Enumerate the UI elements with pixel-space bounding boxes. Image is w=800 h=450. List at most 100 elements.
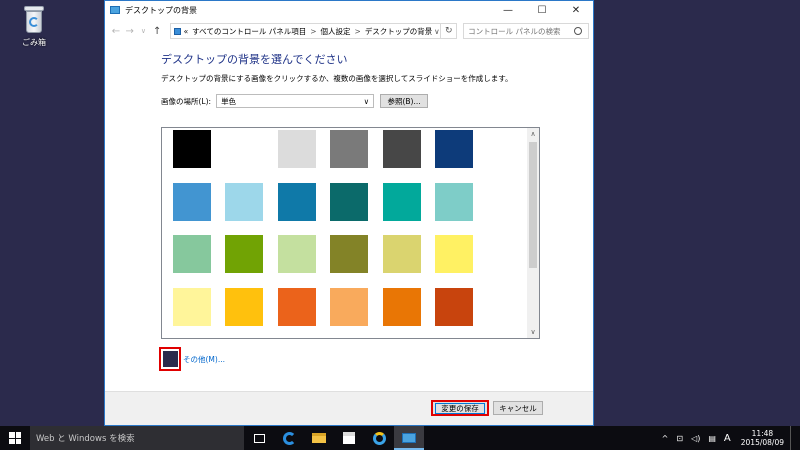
edge-button[interactable] — [274, 426, 304, 450]
windows-logo-icon — [9, 432, 21, 444]
color-swatch[interactable] — [330, 182, 369, 221]
color-swatch[interactable] — [435, 130, 473, 168]
content-area: デスクトップの背景を選んでください デスクトップの背景にする画像をクリックするか… — [161, 51, 581, 108]
color-swatch[interactable] — [435, 182, 473, 221]
taskbar-search-box[interactable]: Web と Windows を検索 — [30, 426, 244, 450]
color-swatch[interactable] — [277, 287, 316, 326]
notifications-icon[interactable]: ▤ — [708, 434, 716, 443]
address-row: ← → ∨ ↑ « すべてのコントロール パネル項目 > 個人設定 > デスクト… — [105, 19, 593, 43]
picture-location-value: 単色 — [221, 96, 237, 106]
color-swatch[interactable] — [277, 182, 316, 221]
edge-icon — [282, 431, 296, 445]
color-swatch[interactable] — [382, 235, 421, 273]
recycle-bin-desktop-icon[interactable]: ごみ箱 — [14, 6, 54, 48]
maximize-button[interactable]: ☐ — [525, 1, 559, 19]
color-swatch[interactable] — [330, 130, 369, 168]
refresh-icon[interactable]: ↻ — [441, 23, 458, 39]
breadcrumb-personalization[interactable]: 個人設定 — [321, 26, 351, 37]
search-icon[interactable] — [574, 27, 583, 35]
ime-indicator[interactable]: A — [724, 433, 731, 444]
back-arrow-icon[interactable]: ← — [109, 26, 123, 37]
chevron-down-icon: ∨ — [363, 96, 370, 106]
color-swatch[interactable] — [225, 182, 264, 221]
color-swatch[interactable] — [435, 287, 473, 326]
color-swatch[interactable] — [225, 235, 264, 273]
color-swatch[interactable] — [277, 235, 316, 273]
scroll-down-icon[interactable]: ∨ — [527, 326, 539, 338]
other-colors-link[interactable]: その他(M)... — [183, 354, 225, 365]
title-bar[interactable]: デスクトップの背景 — ☐ ✕ — [105, 1, 593, 19]
cancel-button[interactable]: キャンセル — [493, 401, 543, 415]
clock[interactable]: 11:48 2015/08/09 — [741, 429, 784, 447]
breadcrumb-separator: > — [354, 26, 361, 36]
taskbar-search-placeholder: Web と Windows を検索 — [36, 434, 135, 444]
control-panel-taskbar-button[interactable] — [394, 426, 424, 450]
color-swatch[interactable] — [382, 182, 421, 221]
taskbar: Web と Windows を検索 ^ ⊡ ◁) ▤ A 11:48 2015/… — [0, 426, 800, 450]
color-swatch[interactable] — [382, 287, 421, 326]
color-grid: ∧ ∨ — [161, 127, 540, 339]
other-color-row: その他(M)... — [159, 347, 225, 371]
clock-time: 11:48 — [751, 429, 774, 438]
current-color-swatch[interactable] — [159, 347, 181, 371]
forward-arrow-icon[interactable]: → — [123, 26, 137, 37]
color-swatch[interactable] — [277, 130, 316, 168]
tray-overflow-chevron-icon[interactable]: ^ — [662, 434, 669, 443]
store-bag-icon — [343, 432, 355, 444]
save-changes-label: 変更の保存 — [435, 402, 485, 414]
scrollbar-thumb[interactable] — [529, 142, 537, 268]
color-swatch[interactable] — [435, 235, 473, 273]
scroll-up-icon[interactable]: ∧ — [527, 128, 539, 140]
breadcrumb-all-items[interactable]: すべてのコントロール パネル項目 — [192, 26, 306, 37]
dialog-footer: 変更の保存 キャンセル — [105, 391, 593, 425]
recycle-bin-label: ごみ箱 — [22, 38, 46, 47]
color-swatch[interactable] — [173, 182, 211, 221]
save-changes-button[interactable]: 変更の保存 — [431, 400, 489, 416]
file-explorer-button[interactable] — [304, 426, 334, 450]
address-dropdown-icon[interactable]: ∨ — [432, 26, 440, 36]
color-swatch[interactable] — [225, 130, 264, 168]
vertical-scrollbar[interactable]: ∧ ∨ — [527, 128, 539, 338]
control-panel-small-icon — [174, 27, 181, 35]
control-panel-icon — [402, 433, 416, 443]
store-button[interactable] — [334, 426, 364, 450]
internet-explorer-icon — [372, 431, 386, 445]
color-swatch[interactable] — [330, 235, 369, 273]
color-swatch[interactable] — [382, 130, 421, 168]
control-panel-icon — [110, 6, 120, 14]
search-box[interactable] — [463, 23, 590, 39]
start-button[interactable] — [0, 426, 30, 450]
up-arrow-icon[interactable]: ↑ — [150, 26, 164, 37]
color-swatch[interactable] — [173, 130, 211, 168]
search-input[interactable] — [468, 26, 573, 36]
task-view-button[interactable] — [244, 426, 274, 450]
picture-location-select[interactable]: 単色 ∨ — [216, 94, 375, 108]
internet-explorer-button[interactable] — [364, 426, 394, 450]
color-swatch[interactable] — [330, 287, 369, 326]
breadcrumb-separator: > — [310, 26, 317, 36]
close-button[interactable]: ✕ — [559, 1, 593, 19]
color-swatch[interactable] — [173, 235, 211, 273]
folder-icon — [312, 433, 326, 443]
address-bar[interactable]: « すべてのコントロール パネル項目 > 個人設定 > デスクトップの背景 ∨ — [170, 23, 442, 39]
page-heading: デスクトップの背景を選んでください — [161, 53, 348, 66]
page-description: デスクトップの背景にする画像をクリックするか、複数の画像を選択してスライドショー… — [161, 74, 513, 83]
browse-button[interactable]: 参照(B)... — [380, 94, 429, 108]
task-view-icon — [253, 433, 265, 443]
network-icon[interactable]: ⊡ — [676, 434, 683, 443]
breadcrumb-desktop-background[interactable]: デスクトップの背景 — [365, 26, 433, 37]
color-swatch[interactable] — [225, 287, 264, 326]
show-desktop-button[interactable] — [790, 426, 794, 450]
clock-date: 2015/08/09 — [740, 438, 784, 447]
recent-locations-chevron-icon[interactable]: ∨ — [137, 27, 151, 35]
desktop-background-window: デスクトップの背景 — ☐ ✕ ← → ∨ ↑ « すべてのコントロール パネル… — [104, 0, 594, 426]
system-tray: ^ ⊡ ◁) ▤ A 11:48 2015/08/09 — [658, 426, 800, 450]
recycle-bin-icon — [23, 6, 45, 34]
current-color-fill — [162, 351, 178, 367]
minimize-button[interactable]: — — [491, 1, 525, 19]
picture-location-row: 画像の場所(L): 単色 ∨ 参照(B)... — [161, 94, 581, 108]
address-prefix[interactable]: « — [184, 27, 189, 36]
color-swatch[interactable] — [173, 287, 211, 326]
volume-icon[interactable]: ◁) — [691, 434, 700, 443]
window-title: デスクトップの背景 — [125, 5, 197, 15]
